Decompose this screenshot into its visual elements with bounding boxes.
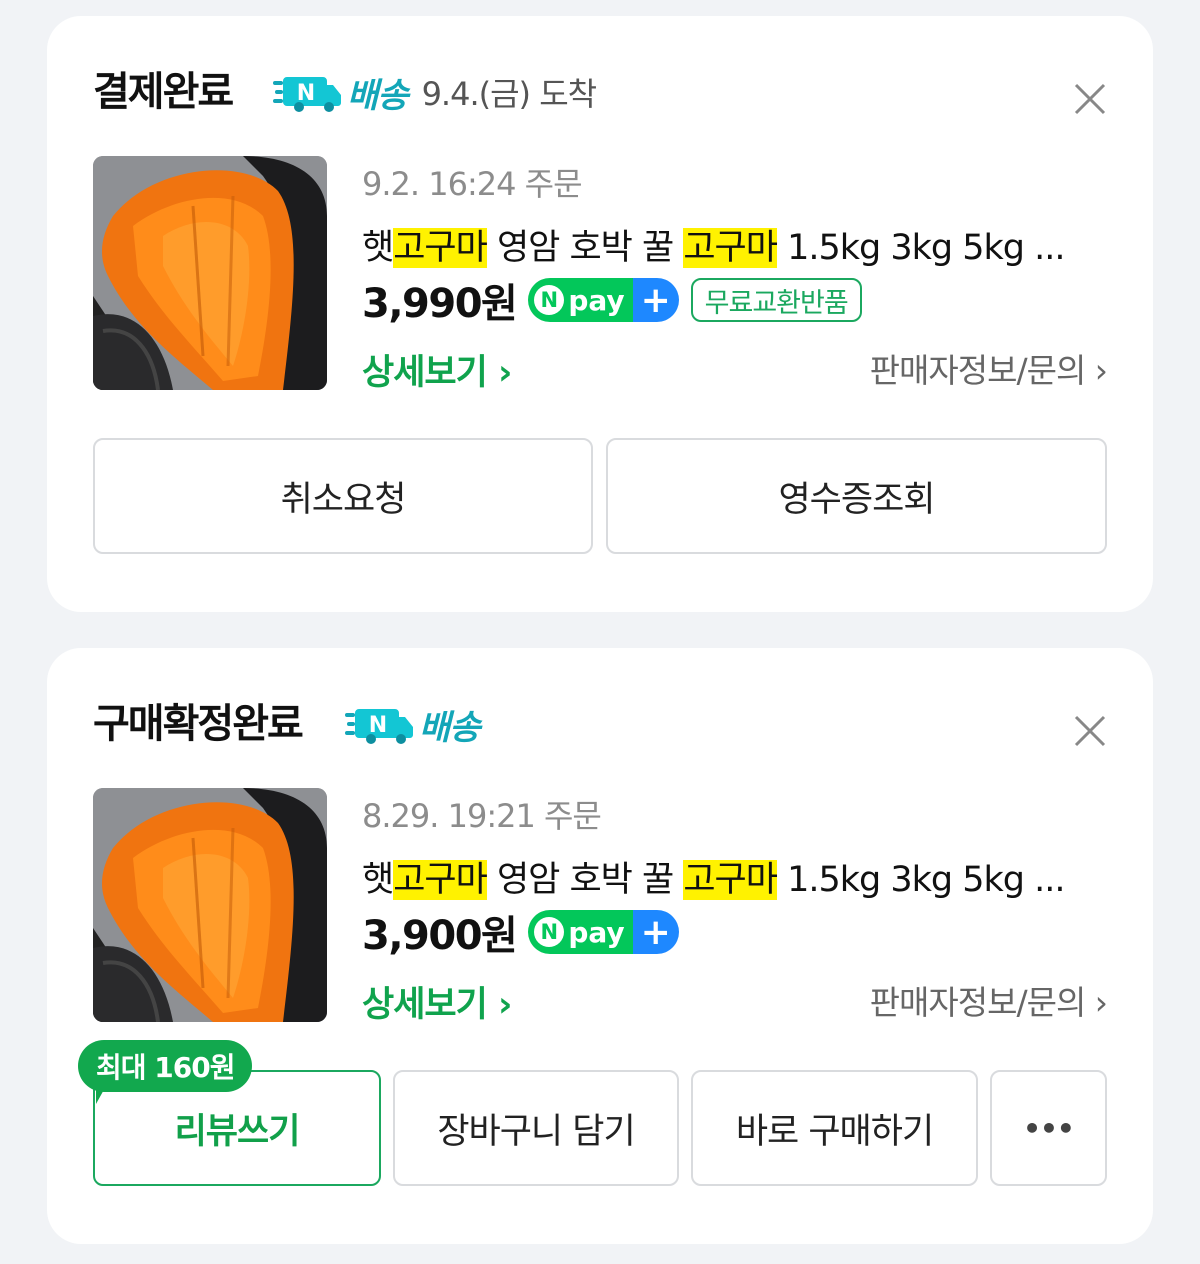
title-text: 햇 [362,860,394,900]
title-text: 영암 호박 꿀 [486,228,684,268]
price-row: 3,900원 Npay + [362,904,691,960]
order-status: 결제완료 [93,69,234,115]
title-text: 1.5kg 3kg 5kg ... [776,228,1065,268]
detail-link[interactable]: 상세보기 › [362,344,512,395]
detail-link[interactable]: 상세보기 › [362,976,512,1027]
highlighted-keyword: 고구마 [393,860,488,900]
seller-info-link[interactable]: 판매자정보/문의 › [870,344,1108,392]
close-icon[interactable] [1073,82,1107,116]
buy-now-button[interactable]: 바로 구매하기 [691,1070,978,1186]
order-card-2: 구매확정완료 N 배송 8.29. 19:21 주문 햇고구마 영암 호박 꿀 … [47,648,1153,1244]
add-to-cart-button[interactable]: 장바구니 담기 [393,1070,679,1186]
close-icon[interactable] [1073,714,1107,748]
cancel-request-button[interactable]: 취소요청 [93,438,593,554]
review-reward-tooltip: 최대 160원 [78,1040,253,1092]
title-text: 햇 [362,228,394,268]
receipt-view-button[interactable]: 영수증조회 [606,438,1107,554]
highlighted-keyword: 고구마 [683,228,778,268]
n-delivery-badge: N 배송 [345,702,481,748]
plus-icon: + [632,278,679,322]
n-delivery-badge: N 배송 9.4.(금) 도착 [273,70,598,116]
order-card-1: 결제완료 N 배송 9.4.(금) 도착 9.2. 16:24 주문 햇고구마 … [47,16,1153,612]
product-thumbnail[interactable] [93,788,327,1022]
more-options-button[interactable]: ••• [990,1070,1107,1186]
sweet-potato-image [93,156,327,390]
n-delivery-truck-icon: N [273,77,341,112]
svg-text:N: N [369,713,387,738]
delivery-label: 배송 [347,75,409,116]
naver-n-icon: N [534,917,565,947]
npay-label: pay [568,283,625,317]
delivery-label: 배송 [419,707,481,748]
npay-label: pay [568,915,625,949]
svg-text:N: N [297,81,315,106]
highlighted-keyword: 고구마 [393,228,488,268]
product-title[interactable]: 햇고구마 영암 호박 꿀 고구마 1.5kg 3kg 5kg ... [362,851,1102,902]
order-date: 9.2. 16:24 주문 [362,165,583,203]
arrival-date: 9.4.(금) 도착 [421,75,598,113]
n-delivery-truck-icon: N [345,709,413,744]
price: 3,990원 [362,281,518,327]
title-text: 1.5kg 3kg 5kg ... [776,860,1065,900]
naver-n-icon: N [534,285,565,315]
free-return-badge: 무료교환반품 [690,278,862,322]
npay-plus-badge: Npay + [528,278,679,322]
product-thumbnail[interactable] [93,156,327,390]
highlighted-keyword: 고구마 [683,860,778,900]
title-text: 영암 호박 꿀 [486,860,684,900]
product-title[interactable]: 햇고구마 영암 호박 꿀 고구마 1.5kg 3kg 5kg ... [362,219,1102,270]
price: 3,900원 [362,913,518,959]
sweet-potato-image [93,788,327,1022]
plus-icon: + [632,910,679,954]
seller-info-link[interactable]: 판매자정보/문의 › [870,976,1108,1024]
npay-plus-badge: Npay + [528,910,679,954]
tooltip-tail [96,1086,116,1104]
price-row: 3,990원 Npay + 무료교환반품 [362,272,862,328]
order-date: 8.29. 19:21 주문 [362,797,602,835]
order-status: 구매확정완료 [93,701,304,747]
